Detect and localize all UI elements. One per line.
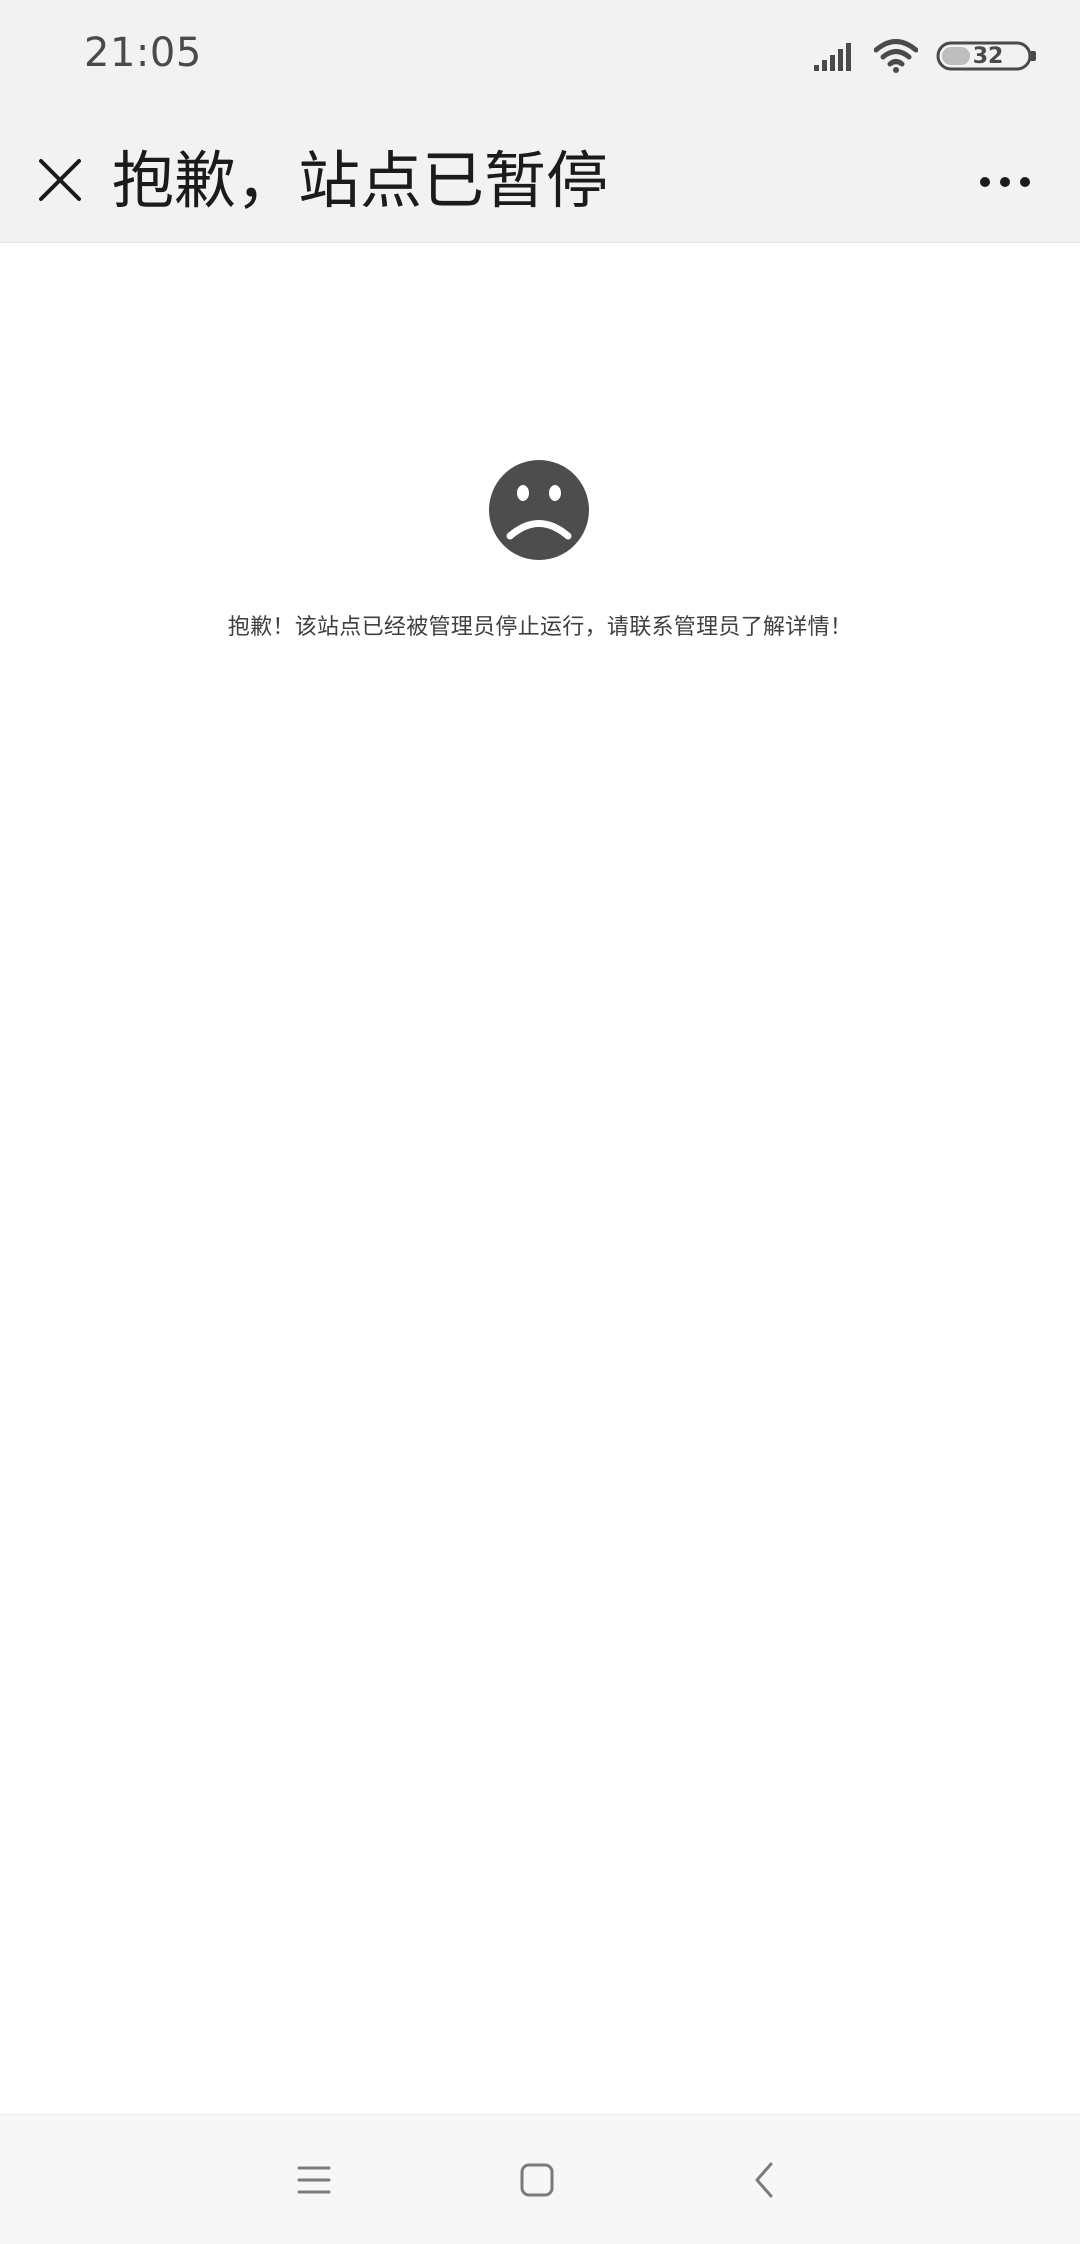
nav-back-button[interactable] [724, 2140, 804, 2220]
back-icon [755, 2162, 773, 2198]
signal-icon [814, 43, 851, 71]
status-icons: 32 [814, 36, 1040, 76]
close-button[interactable] [22, 142, 98, 218]
wifi-icon [874, 39, 918, 73]
error-message: 抱歉！该站点已经被管理员停止运行，请联系管理员了解详情！ [227, 615, 853, 640]
battery-level: 32 [972, 43, 1004, 69]
status-time: 21:05 [84, 30, 202, 76]
title-bar: 抱歉，站点已暂停 [0, 120, 1080, 243]
nav-bar [0, 2114, 1080, 2244]
nav-menu-button[interactable] [274, 2140, 354, 2220]
close-icon [39, 159, 81, 201]
status-bar: 21:05 32 [0, 0, 1080, 120]
home-icon [520, 2163, 554, 2197]
page-title: 抱歉，站点已暂停 [112, 144, 609, 217]
menu-icon [297, 2166, 331, 2194]
more-icon [980, 177, 1030, 187]
screen: 21:05 32 抱歉，站点已暂停 抱歉！该站点已经被管理员停止运行，请联系管理… [0, 0, 1080, 2244]
nav-home-button[interactable] [497, 2140, 577, 2220]
more-button[interactable] [960, 144, 1050, 220]
page-content: 抱歉！该站点已经被管理员停止运行，请联系管理员了解详情！ [0, 243, 1080, 2113]
sad-face-icon [489, 460, 589, 560]
battery-icon: 32 [936, 41, 1040, 71]
